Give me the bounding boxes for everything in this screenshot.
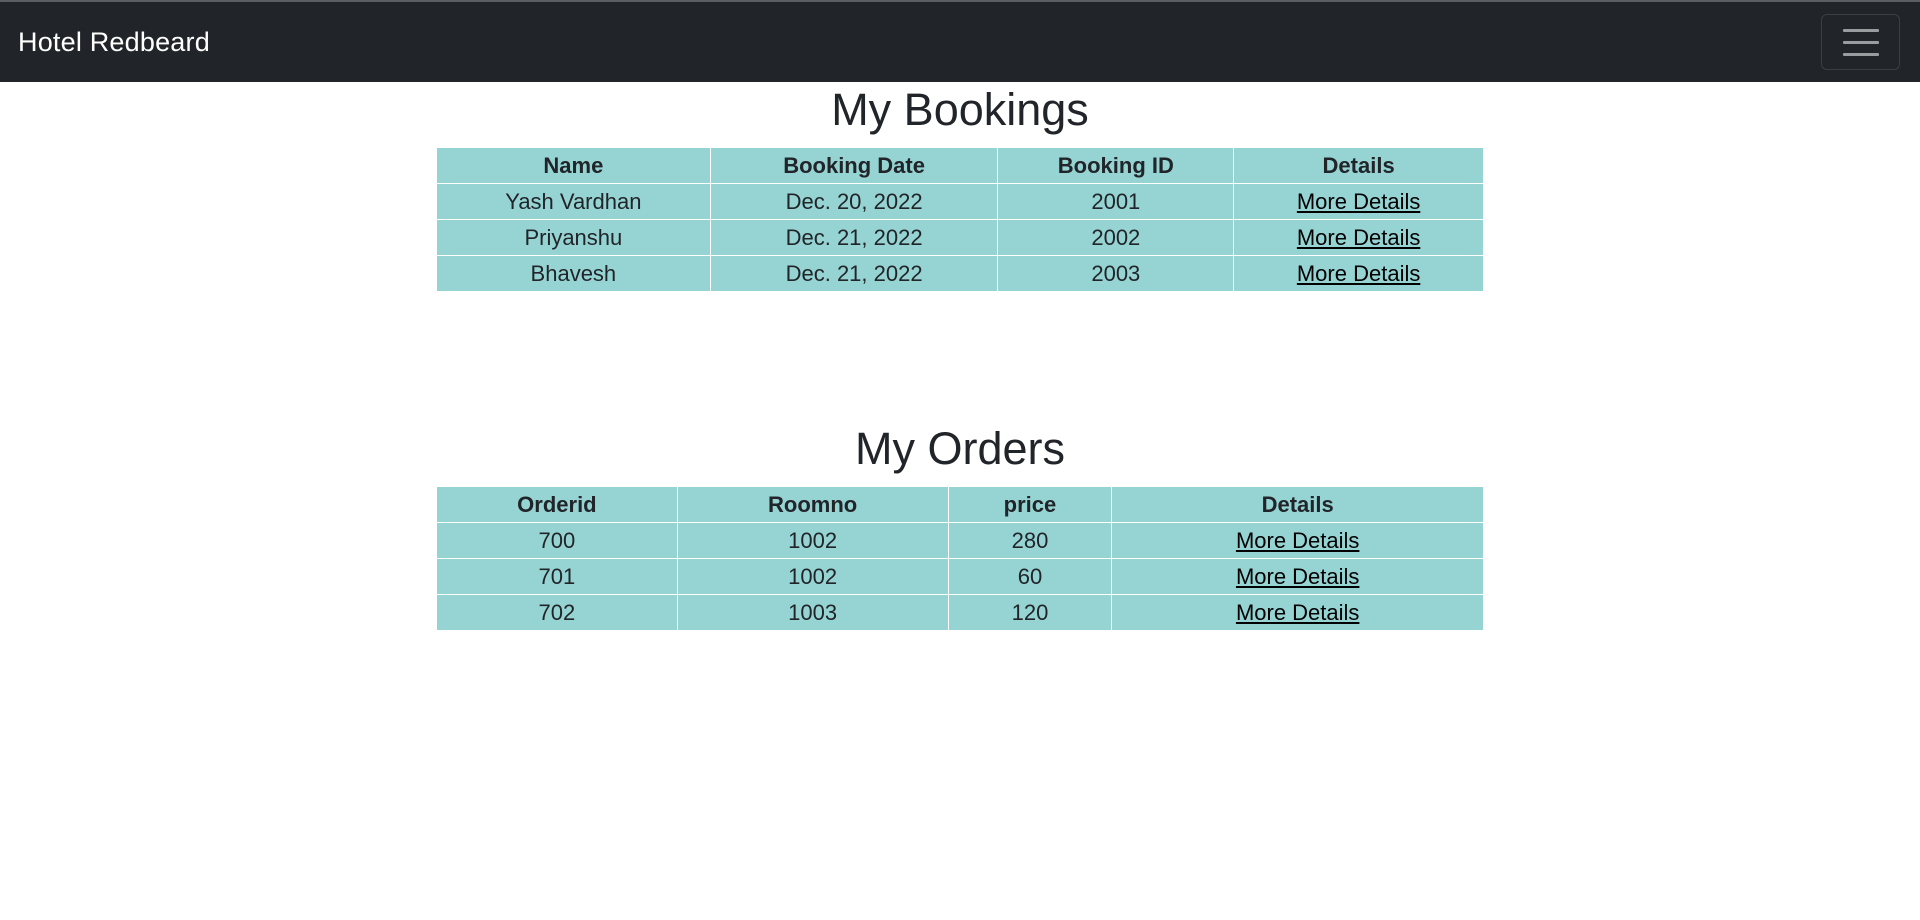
order-roomno: 1002 [676, 522, 949, 559]
more-details-link[interactable]: More Details [1297, 261, 1420, 286]
navbar-toggler-button[interactable] [1821, 14, 1900, 70]
order-details-cell: More Details [1111, 558, 1484, 595]
navbar: Hotel Redbeard [0, 2, 1920, 82]
orders-title: My Orders [854, 423, 1065, 474]
booking-name: Yash Vardhan [436, 183, 711, 220]
column-header-orderid: Orderid [436, 486, 678, 523]
column-header-price: price [947, 486, 1113, 523]
table-row: 701 1002 60 More Details [436, 558, 1484, 595]
order-id: 702 [436, 594, 678, 631]
table-row: 702 1003 120 More Details [436, 594, 1484, 631]
hamburger-icon [1842, 40, 1879, 44]
orders-table: Orderid Roomno price Details 700 1002 28… [436, 486, 1484, 631]
booking-details-cell: More Details [1233, 219, 1484, 256]
brand-link[interactable]: Hotel Redbeard [18, 27, 210, 58]
bookings-table: Name Booking Date Booking ID Details Yas… [436, 147, 1484, 292]
table-row: Priyanshu Dec. 21, 2022 2002 More Detail… [436, 219, 1484, 256]
order-details-cell: More Details [1111, 594, 1484, 631]
booking-date: Dec. 21, 2022 [709, 255, 999, 292]
orders-header-row: Orderid Roomno price Details [436, 486, 1484, 523]
table-row: Bhavesh Dec. 21, 2022 2003 More Details [436, 255, 1484, 292]
booking-id: 2003 [997, 255, 1235, 292]
hamburger-icon [1842, 52, 1879, 56]
order-roomno: 1003 [676, 594, 949, 631]
column-header-roomno: Roomno [676, 486, 949, 523]
booking-date: Dec. 21, 2022 [709, 219, 999, 256]
order-details-cell: More Details [1111, 522, 1484, 559]
table-row: Yash Vardhan Dec. 20, 2022 2001 More Det… [436, 183, 1484, 220]
column-header-name: Name [436, 147, 711, 184]
booking-name: Priyanshu [436, 219, 711, 256]
table-row: 700 1002 280 More Details [436, 522, 1484, 559]
bookings-title: My Bookings [831, 84, 1089, 135]
order-price: 120 [947, 594, 1113, 631]
more-details-link[interactable]: More Details [1236, 528, 1359, 553]
column-header-details: Details [1233, 147, 1484, 184]
booking-details-cell: More Details [1233, 183, 1484, 220]
column-header-details: Details [1111, 486, 1484, 523]
column-header-booking-id: Booking ID [997, 147, 1235, 184]
order-id: 700 [436, 522, 678, 559]
more-details-link[interactable]: More Details [1236, 564, 1359, 589]
more-details-link[interactable]: More Details [1297, 189, 1420, 214]
booking-id: 2001 [997, 183, 1235, 220]
more-details-link[interactable]: More Details [1297, 225, 1420, 250]
order-price: 280 [947, 522, 1113, 559]
hamburger-icon [1842, 28, 1879, 32]
bookings-header-row: Name Booking Date Booking ID Details [436, 147, 1484, 184]
column-header-booking-date: Booking Date [709, 147, 999, 184]
order-price: 60 [947, 558, 1113, 595]
booking-details-cell: More Details [1233, 255, 1484, 292]
booking-date: Dec. 20, 2022 [709, 183, 999, 220]
more-details-link[interactable]: More Details [1236, 600, 1359, 625]
order-roomno: 1002 [676, 558, 949, 595]
order-id: 701 [436, 558, 678, 595]
booking-id: 2002 [997, 219, 1235, 256]
booking-name: Bhavesh [436, 255, 711, 292]
